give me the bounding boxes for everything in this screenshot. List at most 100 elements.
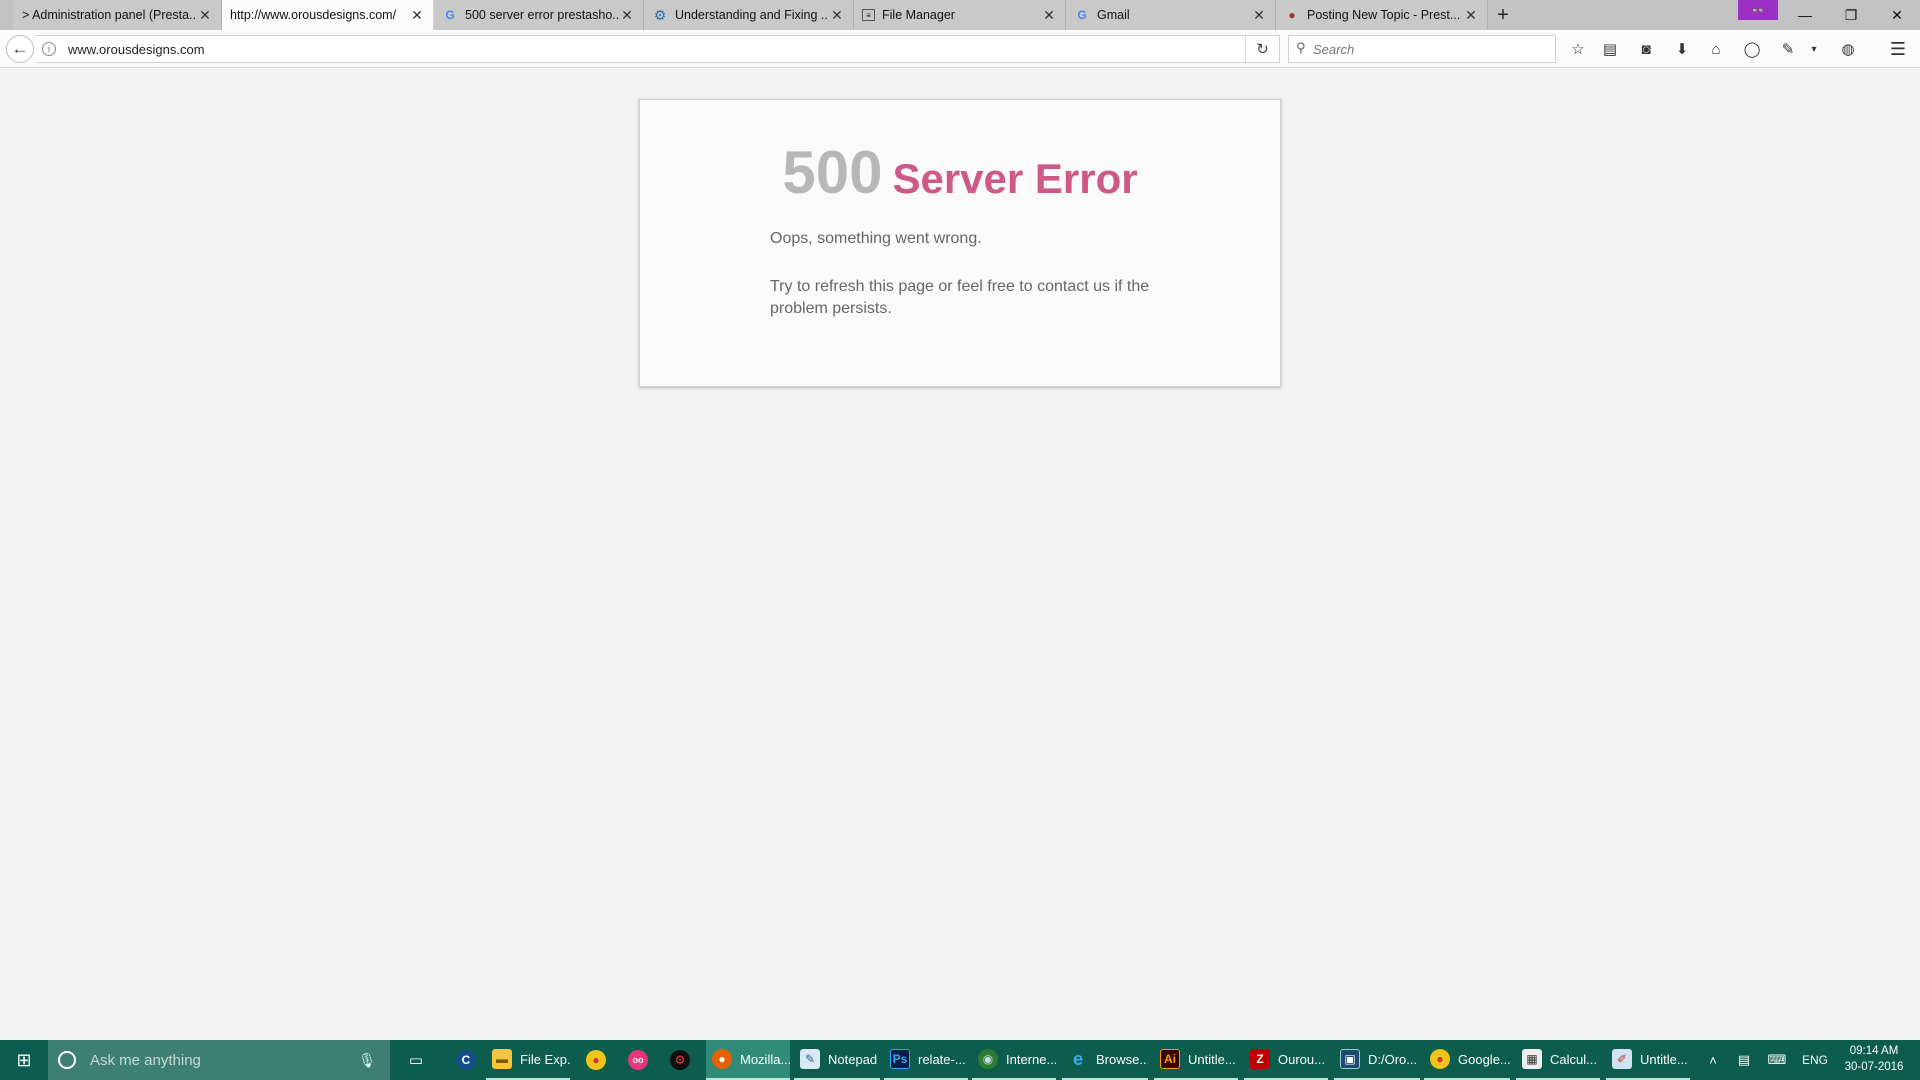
taskbar-pinned-chrome[interactable]: ●	[580, 1040, 616, 1080]
start-button[interactable]: ⊞	[0, 1040, 48, 1080]
taskbar-app-paint[interactable]: ✐ Untitle...	[1606, 1040, 1690, 1080]
red-gear-icon: ⚙	[670, 1050, 690, 1070]
tab-500-server-error-search[interactable]: G 500 server error prestasho... ✕	[434, 0, 644, 30]
taskbar-pinned-app[interactable]: C	[450, 1040, 478, 1080]
tab-close-icon[interactable]: ✕	[1041, 7, 1057, 23]
cleanup-app-icon: C	[456, 1050, 476, 1070]
cortana-search-box[interactable]: Ask me anything 🎙	[48, 1040, 390, 1080]
taskbar-app-filezilla[interactable]: Z Ourou...	[1244, 1040, 1328, 1080]
task-view-icon: ▭	[408, 1052, 424, 1069]
new-tab-button[interactable]: +	[1490, 3, 1516, 27]
reload-icon[interactable]: ↻	[1245, 36, 1279, 62]
language-indicator[interactable]: ENG	[1798, 1040, 1832, 1080]
taskbar-app-photoshop[interactable]: Ps relate-...	[884, 1040, 968, 1080]
cortana-icon	[58, 1051, 76, 1069]
hamburger-menu-icon[interactable]: ☰	[1884, 35, 1912, 63]
extension-icon[interactable]: ✎	[1774, 35, 1802, 63]
cortana-search-placeholder: Ask me anything	[90, 1051, 201, 1069]
taskbar-app-firefox[interactable]: ● Mozilla...	[706, 1040, 790, 1080]
taskbar-app-internet-download[interactable]: ◉ Interne...	[972, 1040, 1056, 1080]
error-message: Oops, something went wrong.	[770, 230, 982, 247]
bookmark-star-icon[interactable]: ☆	[1564, 35, 1592, 63]
downloads-icon[interactable]: ⬇	[1668, 35, 1696, 63]
error-title: Server Error	[892, 155, 1138, 202]
tab-gmail[interactable]: G Gmail ✕	[1066, 0, 1276, 30]
tab-file-manager[interactable]: ≡ File Manager ✕	[854, 0, 1066, 30]
tab-title: Posting New Topic - Prest...	[1307, 8, 1461, 22]
bookmarks-menu-icon[interactable]: ▤	[1596, 35, 1624, 63]
error-heading: 500 Server Error	[640, 138, 1280, 207]
taskbar-app-label: Browse...	[1096, 1051, 1148, 1067]
tab-close-icon[interactable]: ✕	[1251, 7, 1267, 23]
back-arrow-icon: ←	[11, 39, 29, 58]
tab-close-icon[interactable]: ✕	[409, 7, 425, 23]
microphone-icon[interactable]: 🎙	[358, 1052, 376, 1069]
task-view-button[interactable]: ▭	[402, 1040, 430, 1080]
adblock-icon[interactable]: ◍	[1834, 35, 1862, 63]
chat-icon[interactable]: ◯	[1738, 35, 1766, 63]
notepad-icon: ✎	[800, 1049, 820, 1069]
folder-icon: ▬	[492, 1049, 512, 1069]
back-button[interactable]: ←	[6, 35, 34, 63]
page-content: 500 Server Error Oops, something went wro…	[0, 68, 1920, 1040]
search-icon: ⚲	[1296, 40, 1306, 55]
taskbar-app-internet-explorer[interactable]: e Browse...	[1062, 1040, 1148, 1080]
prestashop-icon: ●	[1288, 8, 1296, 22]
keyboard-icon[interactable]: ⌨	[1764, 1040, 1790, 1080]
internet-download-icon: ◉	[978, 1049, 998, 1069]
clock[interactable]: 09:14 AM 30-07-2016	[1836, 1043, 1912, 1075]
tab-title: Understanding and Fixing ...	[675, 8, 829, 22]
taskbar-app-notepad[interactable]: ✎ Notepad	[794, 1040, 880, 1080]
restore-button[interactable]: ❐	[1828, 0, 1874, 30]
filezilla-icon: Z	[1250, 1049, 1270, 1069]
tab-understanding-and-fixing[interactable]: ⚙ Understanding and Fixing ... ✕	[644, 0, 854, 30]
action-center-icon[interactable]: ▤	[1732, 1040, 1756, 1080]
tab-title: 500 server error prestasho...	[465, 8, 619, 22]
taskbar-app-chrome[interactable]: ● Google...	[1424, 1040, 1510, 1080]
taskbar-app-label: Untitle...	[1640, 1051, 1688, 1067]
taskbar-pinned-app[interactable]: ⚙	[664, 1040, 700, 1080]
taskbar: ⊞ Ask me anything 🎙 ▭ C ● oo ⚙ ▬ File Ex…	[0, 1040, 1920, 1080]
tab-close-icon[interactable]: ✕	[197, 7, 213, 23]
clock-date: 30-07-2016	[1844, 1061, 1904, 1073]
tab-posting-new-topic[interactable]: ● Posting New Topic - Prest... ✕	[1276, 0, 1488, 30]
chrome-icon: ●	[1430, 1049, 1450, 1069]
tab-orousdesigns[interactable]: http://www.orousdesigns.com/ ✕	[222, 0, 434, 30]
firefox-icon: ●	[712, 1049, 732, 1069]
search-input[interactable]	[1313, 40, 1549, 58]
illustrator-icon: Ai	[1160, 1049, 1180, 1069]
tab-administration-panel[interactable]: > Administration panel (Presta... ✕	[14, 0, 222, 30]
tab-close-icon[interactable]: ✕	[619, 7, 635, 23]
taskbar-app-label: Untitle...	[1188, 1051, 1236, 1067]
url-text[interactable]: www.orousdesigns.com	[68, 42, 205, 57]
file-manager-icon: ≡	[862, 9, 875, 21]
pocket-icon[interactable]: ◙	[1632, 35, 1660, 63]
tab-title: Gmail	[1097, 8, 1130, 22]
minimize-button[interactable]: —	[1782, 0, 1828, 30]
show-hidden-icons-chevron-icon[interactable]: ˄	[1702, 1040, 1724, 1080]
taskbar-app-calculator[interactable]: ▦ Calcul...	[1516, 1040, 1600, 1080]
home-icon[interactable]: ⌂	[1702, 35, 1730, 63]
taskbar-pinned-flickr[interactable]: oo	[622, 1040, 658, 1080]
site-info-icon[interactable]: i	[42, 42, 56, 56]
tab-close-icon[interactable]: ✕	[1463, 7, 1479, 23]
taskbar-app-illustrator[interactable]: Ai Untitle...	[1154, 1040, 1238, 1080]
close-window-button[interactable]: ✕	[1874, 0, 1920, 30]
tab-title: File Manager	[882, 8, 955, 22]
taskbar-app-dreamweaver[interactable]: ▣ D:/Oro...	[1334, 1040, 1420, 1080]
extension-dropdown-icon[interactable]: ▾	[1800, 35, 1828, 63]
taskbar-app-label: Mozilla...	[740, 1051, 790, 1067]
tab-title: http://www.orousdesigns.com/	[230, 8, 397, 22]
error-card: 500 Server Error Oops, something went wro…	[639, 99, 1281, 387]
navigation-toolbar: ← i www.orousdesigns.com ↻ ⚲ ☆ ▤ ◙ ⬇ ⌂ ◯…	[0, 30, 1920, 68]
google-icon: G	[445, 8, 455, 22]
taskbar-app-file-explorer[interactable]: ▬ File Exp...	[486, 1040, 570, 1080]
address-bar[interactable]: i www.orousdesigns.com ↻	[36, 35, 1280, 63]
flickr-icon: oo	[628, 1050, 648, 1070]
taskbar-app-label: Notepad	[828, 1051, 878, 1067]
gear-icon: ⚙	[653, 6, 667, 23]
calculator-icon: ▦	[1522, 1049, 1542, 1069]
tab-close-icon[interactable]: ✕	[829, 7, 845, 23]
search-bar[interactable]: ⚲	[1288, 35, 1556, 63]
tab-strip: > Administration panel (Presta... ✕ http…	[0, 0, 1920, 30]
